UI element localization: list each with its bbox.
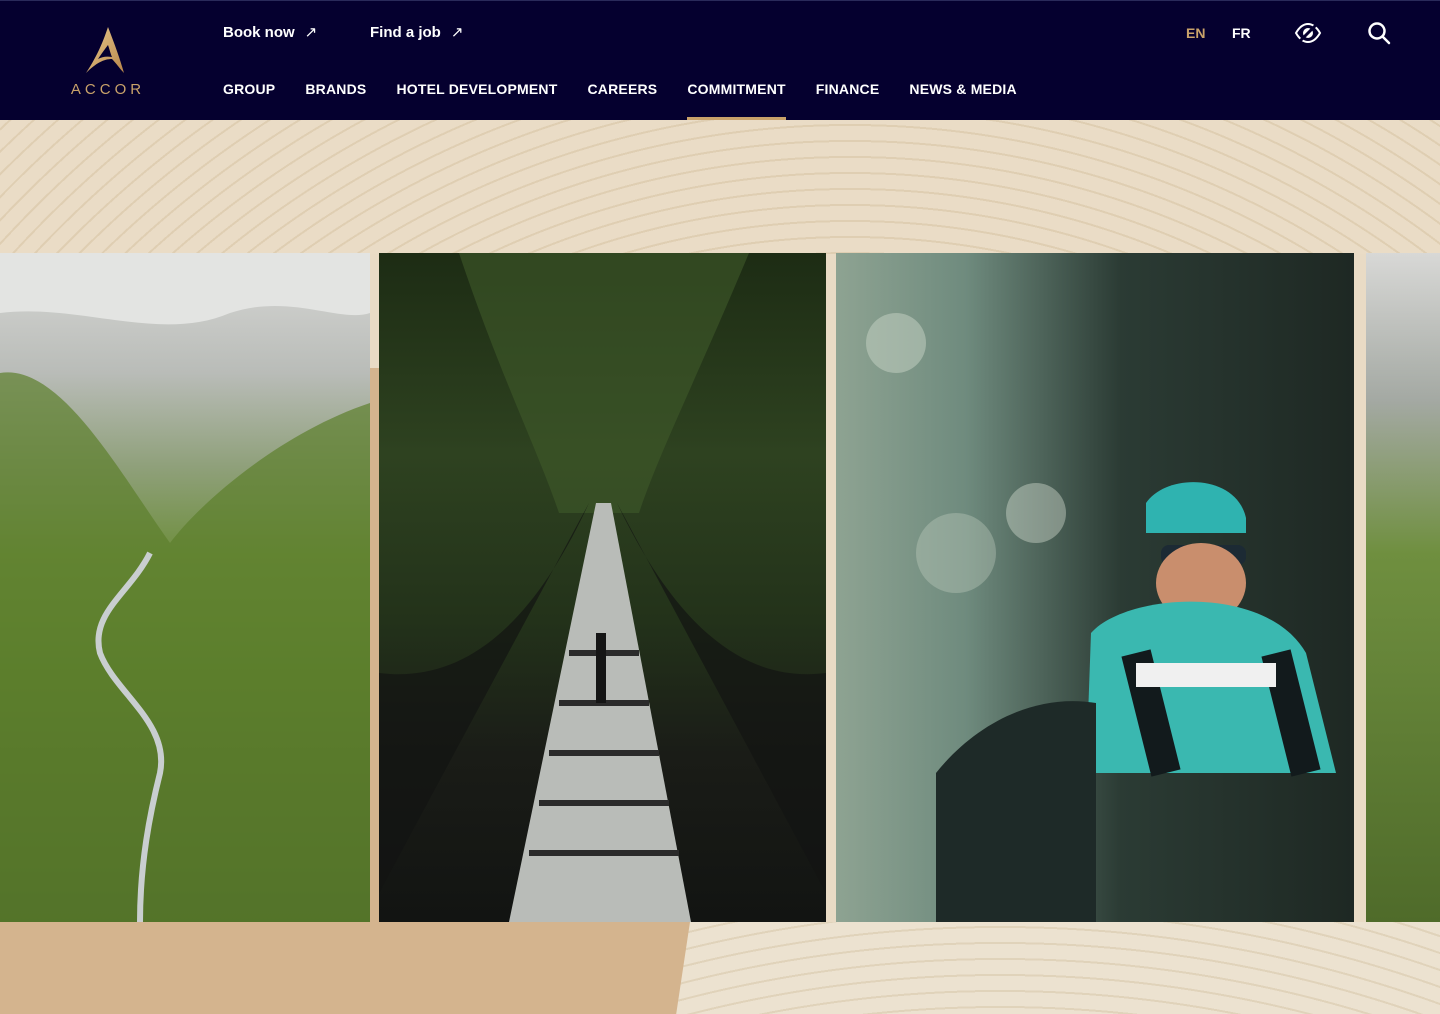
language-en[interactable]: EN xyxy=(1186,25,1205,41)
logo-wordmark: ACCOR xyxy=(70,81,146,98)
nav-item-commitment[interactable]: COMMITMENT xyxy=(687,81,787,121)
accor-logo-icon xyxy=(86,27,124,73)
accor-logo[interactable]: ACCOR xyxy=(58,23,158,101)
accessibility-eye-icon[interactable] xyxy=(1294,21,1322,50)
wood-texture-background xyxy=(0,120,1440,254)
find-a-job-label: Find a job xyxy=(370,23,441,41)
suspension-bridge-photo[interactable] xyxy=(379,253,826,922)
cyclist-photo[interactable] xyxy=(836,253,1354,922)
external-arrow-icon: ↗ xyxy=(450,24,464,41)
book-now-label: Book now xyxy=(223,23,295,41)
tan-accent-band xyxy=(0,922,690,1014)
valley-photo-partial[interactable] xyxy=(1366,253,1440,922)
main-nav: GROUP BRANDS HOTEL DEVELOPMENT CAREERS C… xyxy=(223,81,1047,121)
nav-item-careers[interactable]: CAREERS xyxy=(587,81,657,121)
search-icon[interactable] xyxy=(1367,21,1391,50)
nav-item-group[interactable]: GROUP xyxy=(223,81,275,121)
nav-item-finance[interactable]: FINANCE xyxy=(816,81,880,121)
site-header: ACCOR Book now ↗ Find a job ↗ EN FR GROU… xyxy=(0,0,1440,121)
language-fr[interactable]: FR xyxy=(1232,25,1251,41)
book-now-link[interactable]: Book now ↗ xyxy=(223,23,318,42)
external-arrow-icon: ↗ xyxy=(304,24,318,41)
nav-item-brands[interactable]: BRANDS xyxy=(305,81,366,121)
nav-item-news-media[interactable]: NEWS & MEDIA xyxy=(909,81,1016,121)
valley-photo[interactable] xyxy=(0,253,370,922)
find-a-job-link[interactable]: Find a job ↗ xyxy=(370,23,464,42)
nav-item-hotel-development[interactable]: HOTEL DEVELOPMENT xyxy=(396,81,557,121)
